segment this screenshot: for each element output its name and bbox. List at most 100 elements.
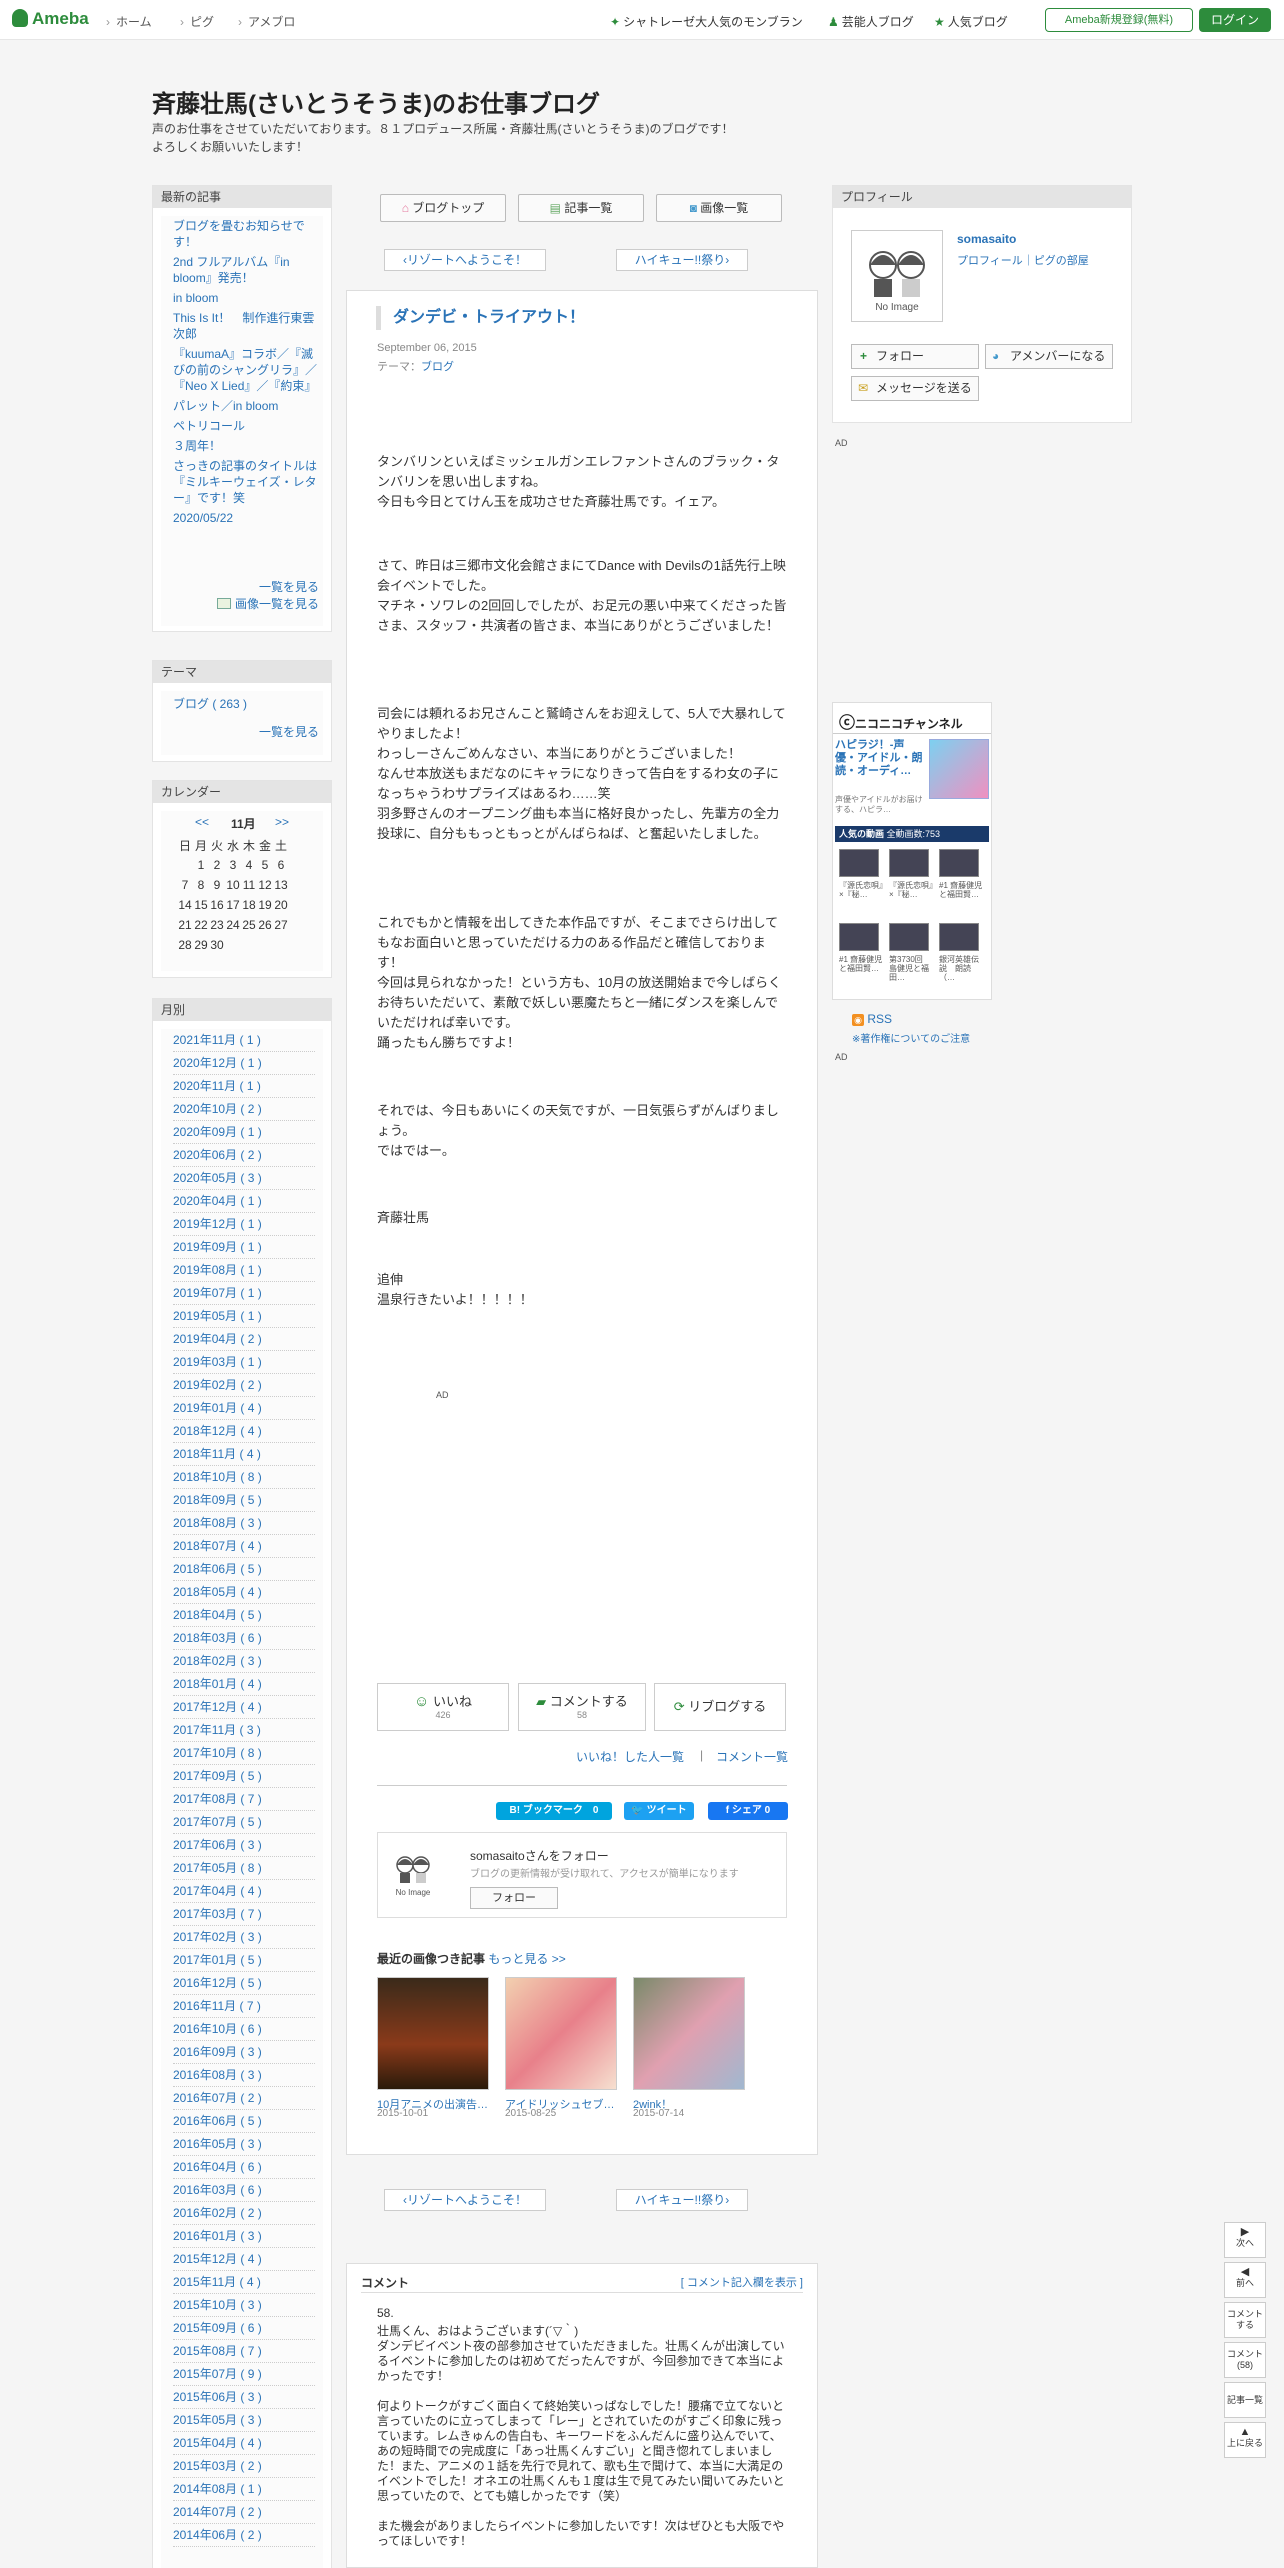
- monthly-archive-link[interactable]: 2016年06月 ( 5 ): [173, 2110, 315, 2133]
- monthly-archive-link[interactable]: 2020年04月 ( 1 ): [173, 1190, 315, 1213]
- recent-entry-link[interactable]: This Is It！ 制作進行東雲次郎: [173, 308, 319, 344]
- monthly-archive-link[interactable]: 2016年03月 ( 6 ): [173, 2179, 315, 2202]
- nico-video-thumbnail[interactable]: [839, 923, 879, 951]
- nav-ameblo[interactable]: アメブロ: [238, 13, 295, 30]
- monthly-archive-link[interactable]: 2014年06月 ( 2 ): [173, 2524, 315, 2547]
- profile-avatar[interactable]: No Image: [851, 230, 943, 322]
- monthly-archive-link[interactable]: 2017年06月 ( 3 ): [173, 1834, 315, 1857]
- monthly-archive-link[interactable]: 2018年11月 ( 4 ): [173, 1443, 315, 1466]
- monthly-archive-link[interactable]: 2015年09月 ( 6 ): [173, 2317, 315, 2340]
- nico-video-caption[interactable]: #1 齋藤健児と福田賢…: [839, 955, 883, 973]
- nav-pigg[interactable]: ピグ: [180, 13, 214, 30]
- theme-more-link[interactable]: 一覧を見る: [259, 723, 319, 740]
- float-next-button[interactable]: ▶ 次へ: [1224, 2222, 1266, 2258]
- monthly-archive-link[interactable]: 2020年09月 ( 1 ): [173, 1121, 315, 1144]
- nico-video-caption[interactable]: #1 齋藤健児と福田賢…: [939, 881, 983, 899]
- monthly-archive-link[interactable]: 2018年08月 ( 3 ): [173, 1512, 315, 1535]
- monthly-archive-link[interactable]: 2017年05月 ( 8 ): [173, 1857, 315, 1880]
- rss-link[interactable]: ◉ RSS: [852, 1012, 892, 1026]
- monthly-archive-link[interactable]: 2015年06月 ( 3 ): [173, 2386, 315, 2409]
- tab-article-list[interactable]: ▤ 記事一覧: [518, 194, 644, 222]
- monthly-archive-link[interactable]: 2017年12月 ( 4 ): [173, 1696, 315, 1719]
- monthly-archive-link[interactable]: 2015年03月 ( 2 ): [173, 2455, 315, 2478]
- show-comment-form-link[interactable]: [ コメント記入欄を表示 ]: [681, 2274, 803, 2290]
- link-popular-blog[interactable]: ★ 人気ブログ: [934, 13, 1008, 30]
- next-entry-button[interactable]: ハイキュー!!祭り›: [616, 249, 748, 271]
- profile-name-link[interactable]: somasaito: [957, 232, 1016, 246]
- nav-home[interactable]: ホーム: [106, 13, 152, 30]
- monthly-archive-link[interactable]: 2017年11月 ( 3 ): [173, 1719, 315, 1742]
- recent-entry-link[interactable]: in bloom: [173, 288, 319, 308]
- monthly-archive-link[interactable]: 2017年07月 ( 5 ): [173, 1811, 315, 1834]
- facebook-share-button[interactable]: f シェア 0: [708, 1802, 788, 1820]
- follow-button[interactable]: フォロー: [470, 1887, 558, 1909]
- recent-entry-link[interactable]: ３周年！: [173, 436, 319, 456]
- thumbnail-2[interactable]: [505, 1977, 617, 2090]
- monthly-archive-link[interactable]: 2018年09月 ( 5 ): [173, 1489, 315, 1512]
- monthly-archive-link[interactable]: 2018年07月 ( 4 ): [173, 1535, 315, 1558]
- monthly-archive-link[interactable]: 2020年10月 ( 2 ): [173, 1098, 315, 1121]
- monthly-archive-link[interactable]: 2017年08月 ( 7 ): [173, 1788, 315, 1811]
- monthly-archive-link[interactable]: 2015年12月 ( 4 ): [173, 2248, 315, 2271]
- nico-video-caption[interactable]: 『源氏恋唄』×『秘…: [889, 881, 933, 899]
- monthly-archive-link[interactable]: 2016年02月 ( 2 ): [173, 2202, 315, 2225]
- entry-theme-link[interactable]: ブログ: [421, 361, 454, 373]
- float-prev-button[interactable]: ◀ 前へ: [1224, 2262, 1266, 2298]
- nico-video-caption[interactable]: 銀河英雄伝説 朗読（…: [939, 955, 983, 982]
- thumbnail-3[interactable]: [633, 1977, 745, 2090]
- monthly-archive-link[interactable]: 2020年11月 ( 1 ): [173, 1075, 315, 1098]
- monthly-archive-link[interactable]: 2018年05月 ( 4 ): [173, 1581, 315, 1604]
- recent-images-more-link[interactable]: もっと見る >>: [488, 1952, 565, 1966]
- niconico-brand[interactable]: ⓒニコニコチャンネル: [839, 709, 963, 733]
- monthly-archive-link[interactable]: 2017年02月 ( 3 ): [173, 1926, 315, 1949]
- nico-video-thumbnail[interactable]: [939, 923, 979, 951]
- nico-video-caption[interactable]: 『源氏恋唄』×『秘…: [839, 881, 883, 899]
- monthly-archive-link[interactable]: 2016年10月 ( 6 ): [173, 2018, 315, 2041]
- recent-images-link[interactable]: 画像一覧を見る: [216, 595, 319, 612]
- monthly-archive-link[interactable]: 2016年09月 ( 3 ): [173, 2041, 315, 2064]
- monthly-archive-link[interactable]: 2014年07月 ( 2 ): [173, 2501, 315, 2524]
- comment-list-link[interactable]: コメント一覧: [716, 1748, 788, 1765]
- monthly-archive-link[interactable]: 2015年07月 ( 9 ): [173, 2363, 315, 2386]
- monthly-archive-link[interactable]: 2016年05月 ( 3 ): [173, 2133, 315, 2156]
- monthly-archive-link[interactable]: 2017年03月 ( 7 ): [173, 1903, 315, 1926]
- monthly-archive-link[interactable]: 2018年02月 ( 3 ): [173, 1650, 315, 1673]
- copyright-note-link[interactable]: ※著作権についてのご注意: [852, 1030, 970, 1045]
- recent-entry-link[interactable]: ペトリコール: [173, 416, 319, 436]
- monthly-archive-link[interactable]: 2020年12月 ( 1 ): [173, 1052, 315, 1075]
- monthly-archive-link[interactable]: 2016年01月 ( 3 ): [173, 2225, 315, 2248]
- monthly-archive-link[interactable]: 2017年01月 ( 5 ): [173, 1949, 315, 1972]
- monthly-archive-link[interactable]: 2020年06月 ( 2 ): [173, 1144, 315, 1167]
- nico-video-thumbnail[interactable]: [889, 923, 929, 951]
- next-entry-button-bottom[interactable]: ハイキュー!!祭り›: [616, 2189, 748, 2211]
- profile-follow-button[interactable]: + フォロー: [851, 344, 979, 369]
- nico-channel-title[interactable]: ハピラジ！-声優・アイドル・朗読・オーディ…: [835, 739, 925, 791]
- send-message-button[interactable]: ✉ メッセージを送る: [851, 376, 979, 401]
- monthly-archive-link[interactable]: 2015年10月 ( 3 ): [173, 2294, 315, 2317]
- monthly-archive-link[interactable]: 2019年09月 ( 1 ): [173, 1236, 315, 1259]
- calendar-prev[interactable]: <<: [195, 815, 209, 829]
- tab-blog-top[interactable]: ⌂ ブログトップ: [380, 194, 506, 222]
- register-button[interactable]: Ameba新規登録(無料): [1045, 8, 1193, 32]
- recent-more-link[interactable]: 一覧を見る: [259, 578, 319, 595]
- monthly-archive-link[interactable]: 2019年12月 ( 1 ): [173, 1213, 315, 1236]
- monthly-archive-link[interactable]: 2015年05月 ( 3 ): [173, 2409, 315, 2432]
- monthly-archive-link[interactable]: 2021年11月 ( 1 ): [173, 1029, 315, 1052]
- float-list-button[interactable]: 記事一覧: [1224, 2382, 1266, 2418]
- prev-entry-button-bottom[interactable]: ‹リゾートへようこそ！: [384, 2189, 546, 2211]
- monthly-archive-link[interactable]: 2020年05月 ( 3 ): [173, 1167, 315, 1190]
- monthly-archive-link[interactable]: 2018年01月 ( 4 ): [173, 1673, 315, 1696]
- nico-video-thumbnail[interactable]: [839, 849, 879, 877]
- nico-video-thumbnail[interactable]: [889, 849, 929, 877]
- monthly-archive-link[interactable]: 2018年12月 ( 4 ): [173, 1420, 315, 1443]
- monthly-archive-link[interactable]: 2017年10月 ( 8 ): [173, 1742, 315, 1765]
- monthly-archive-link[interactable]: 2019年04月 ( 2 ): [173, 1328, 315, 1351]
- monthly-archive-link[interactable]: 2016年04月 ( 6 ): [173, 2156, 315, 2179]
- thumbnail-1[interactable]: [377, 1977, 489, 2090]
- recent-entry-link[interactable]: パレット／in bloom: [173, 396, 319, 416]
- nico-video-caption[interactable]: 第3730回 島健児と福田…: [889, 955, 933, 982]
- entry-title[interactable]: ダンデビ・トライアウト！: [376, 306, 585, 330]
- monthly-archive-link[interactable]: 2016年08月 ( 3 ): [173, 2064, 315, 2087]
- theme-blog-link[interactable]: ブログ ( 263 ): [173, 695, 247, 712]
- liked-users-link[interactable]: いいね！した人一覧: [576, 1748, 684, 1765]
